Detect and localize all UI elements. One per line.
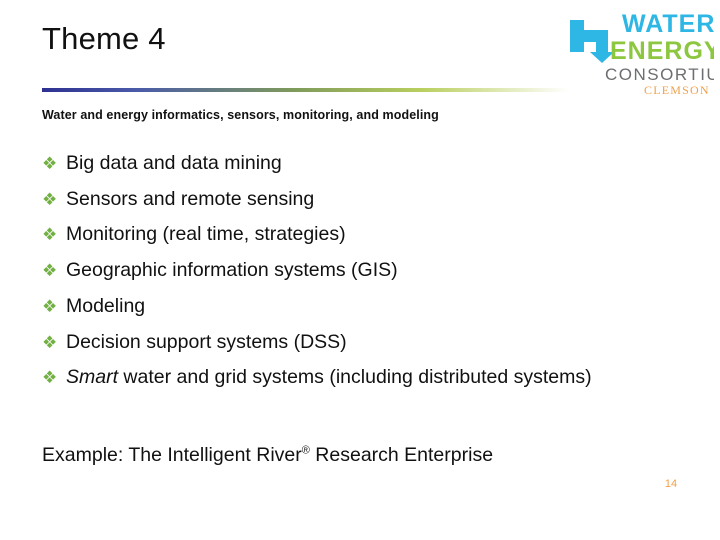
example-text-tail: Research Enterprise — [309, 444, 494, 466]
list-item: ❖ Modeling — [42, 289, 682, 325]
svg-text:CLEMSON: CLEMSON — [644, 83, 710, 97]
list-item-label: Big data and data mining — [66, 152, 282, 174]
bullet-list: ❖ Big data and data mining ❖ Sensors and… — [42, 146, 682, 396]
list-item: ❖ Decision support systems (DSS) — [42, 325, 682, 361]
list-item-label: Modeling — [66, 294, 146, 317]
list-item: ❖ Geographic information systems (GIS) — [42, 253, 682, 289]
svg-text:WATER: WATER — [622, 10, 714, 38]
page-title: Theme 4 — [42, 21, 166, 56]
logo-arrow-icon — [570, 20, 614, 63]
example-text: Example: The Intelligent River — [42, 444, 302, 466]
water-energy-consortium-logo: WATER ENERGY CONSORTIUM CLEMSON — [562, 6, 714, 98]
registered-mark-icon: ® — [301, 444, 310, 457]
diamond-bullet-icon: ❖ — [42, 189, 58, 209]
list-item-label: Geographic information systems (GIS) — [66, 259, 398, 282]
list-item-label: Smart water and grid systems (including … — [66, 360, 682, 395]
page-number: 14 — [664, 478, 678, 490]
list-item: ❖ Monitoring (real time, strategies) — [42, 217, 682, 253]
diamond-bullet-icon: ❖ — [42, 154, 58, 173]
diamond-bullet-icon: ❖ — [42, 368, 58, 388]
list-item-rest: water and grid systems (including distri… — [118, 366, 592, 389]
list-item-label: Monitoring (real time, strategies) — [66, 223, 346, 246]
list-item: ❖ Big data and data mining — [42, 146, 682, 182]
example-line: Example: The Intelligent River® Research… — [42, 444, 493, 467]
diamond-bullet-icon: ❖ — [42, 296, 58, 316]
diamond-bullet-icon: ❖ — [42, 332, 58, 352]
list-item: ❖ Sensors and remote sensing — [42, 182, 682, 218]
list-item-label: Decision support systems (DSS) — [66, 330, 347, 353]
slide-subtitle: Water and energy informatics, sensors, m… — [42, 108, 439, 122]
diamond-bullet-icon: ❖ — [42, 261, 58, 281]
title-divider — [42, 88, 569, 92]
list-item-emphasis: Smart — [66, 366, 119, 389]
list-item: ❖ Smart water and grid systems (includin… — [42, 360, 682, 396]
svg-text:CONSORTIUM: CONSORTIUM — [605, 65, 714, 84]
diamond-bullet-icon: ❖ — [42, 225, 58, 245]
slide: Theme 4 WATER ENERGY CONSORTIUM CLEMSON … — [0, 0, 720, 540]
list-item-label: Sensors and remote sensing — [66, 187, 315, 210]
svg-text:ENERGY: ENERGY — [610, 37, 714, 65]
